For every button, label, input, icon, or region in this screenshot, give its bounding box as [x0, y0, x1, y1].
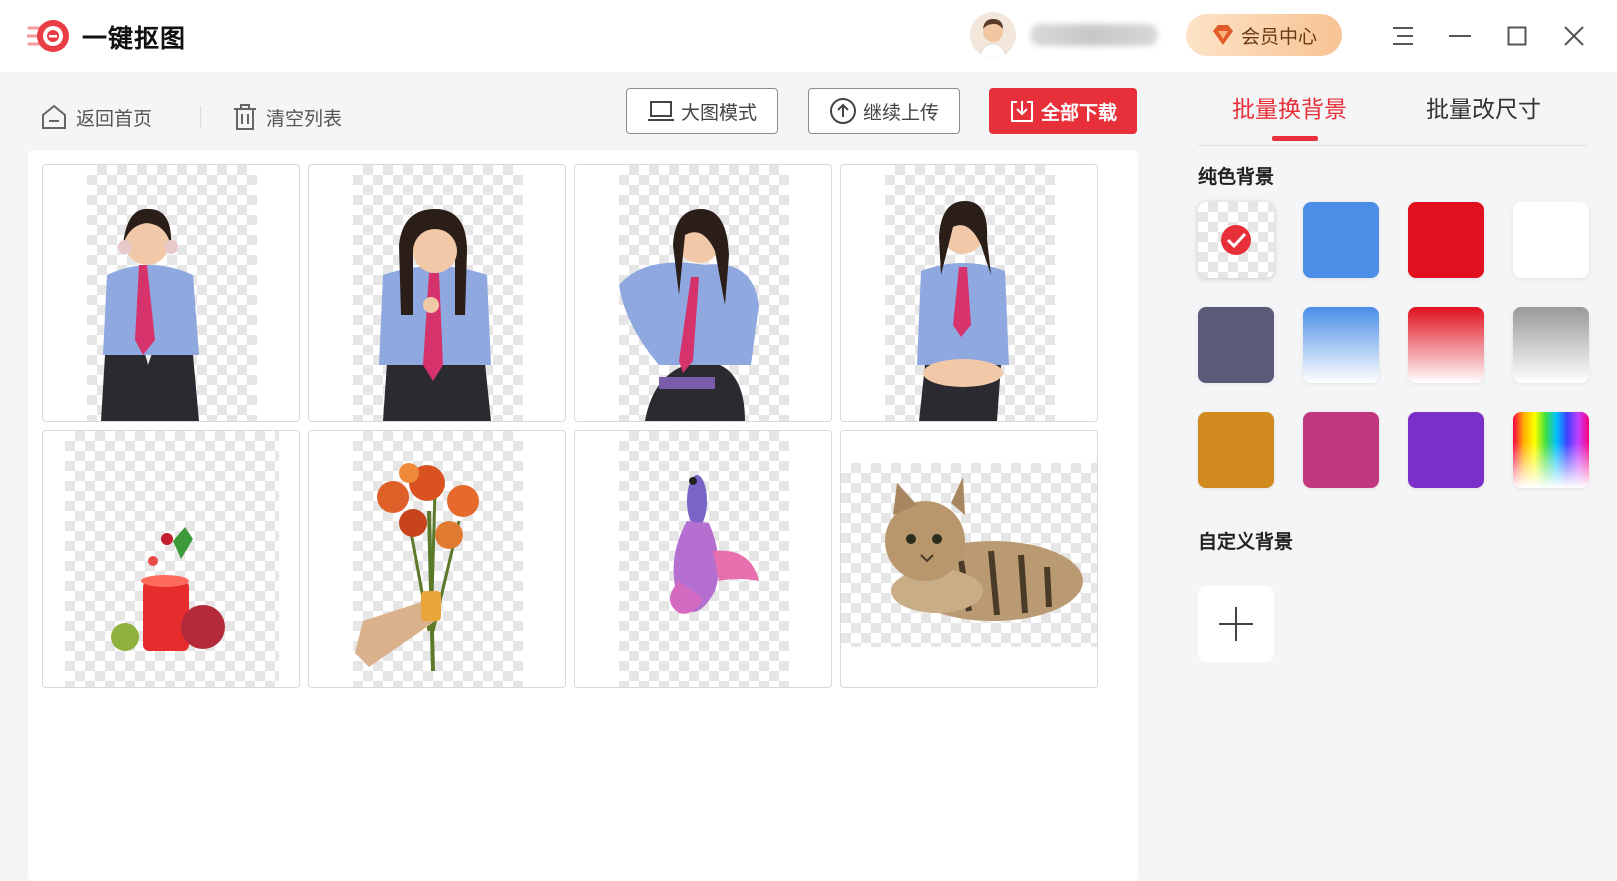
monitor-icon [647, 101, 674, 121]
download-icon [1010, 101, 1033, 122]
solid-background-title: 纯色背景 [1198, 166, 1275, 188]
swatch-magenta[interactable] [1303, 412, 1379, 488]
image-thumbnail[interactable] [574, 164, 832, 422]
add-custom-background-button[interactable] [1198, 586, 1274, 662]
swatch-white[interactable] [1513, 202, 1589, 278]
image-thumbnail[interactable] [840, 164, 1098, 422]
home-icon [42, 104, 66, 129]
large-image-mode-button[interactable]: 大图模式 [626, 88, 778, 134]
minimize-button[interactable] [1440, 16, 1480, 56]
custom-background-title: 自定义背景 [1198, 531, 1294, 553]
bouquet-cutout-image [355, 463, 479, 672]
close-icon [1564, 26, 1584, 46]
swatch-rainbow[interactable] [1513, 412, 1589, 488]
swatch-transparent[interactable] [1198, 202, 1274, 278]
avatar[interactable] [970, 12, 1016, 58]
girl-cutout-image [619, 209, 759, 421]
large-image-mode-label: 大图模式 [680, 101, 757, 124]
continue-upload-button[interactable]: 继续上传 [808, 88, 960, 134]
image-thumbnail[interactable] [42, 164, 300, 422]
toolbar-divider [200, 106, 201, 128]
upload-icon [829, 98, 856, 124]
girl-cutout-image [101, 208, 199, 421]
side-panel: 批量换背景 批量改尺寸 纯色背景 自定义背景 [1168, 72, 1617, 881]
minimize-icon [1449, 35, 1471, 37]
maximize-button[interactable] [1497, 16, 1537, 56]
trash-icon [234, 104, 256, 130]
swatch-blue-gradient[interactable] [1303, 307, 1379, 383]
checkmark-icon [1221, 225, 1251, 255]
swatch-red-gradient[interactable] [1408, 307, 1484, 383]
swatch-purple[interactable] [1408, 412, 1484, 488]
image-thumbnail[interactable] [308, 430, 566, 688]
back-home-button[interactable]: 返回首页 [40, 94, 152, 140]
tab-divider [1198, 145, 1587, 146]
active-tab-indicator [1272, 136, 1318, 141]
username-blurred [1030, 24, 1158, 46]
menu-button[interactable] [1383, 16, 1423, 56]
image-thumbnail[interactable] [574, 430, 832, 688]
girl-cutout-image [917, 201, 1009, 421]
close-button[interactable] [1554, 16, 1594, 56]
continue-upload-label: 继续上传 [862, 101, 939, 124]
vip-center-label: 会员中心 [1240, 25, 1317, 48]
back-home-label: 返回首页 [76, 107, 153, 130]
download-all-button[interactable]: 全部下载 [989, 88, 1137, 134]
vip-center-button[interactable]: 会员中心 [1186, 14, 1342, 56]
image-thumbnail[interactable] [42, 430, 300, 688]
swatch-gray-gradient[interactable] [1513, 307, 1589, 383]
cat-cutout-image [885, 477, 1083, 621]
clear-list-button[interactable]: 清空列表 [232, 94, 342, 140]
tab-batch-background[interactable]: 批量换背景 [1232, 90, 1347, 124]
app-logo-icon [27, 20, 69, 52]
swatch-slate[interactable] [1198, 307, 1274, 383]
download-all-label: 全部下载 [1040, 101, 1117, 124]
plus-icon [1219, 607, 1253, 641]
clear-list-label: 清空列表 [266, 107, 343, 130]
image-thumbnail[interactable] [840, 430, 1098, 688]
tab-batch-resize[interactable]: 批量改尺寸 [1426, 90, 1541, 124]
fish-cutout-image [670, 475, 759, 614]
image-thumbnail[interactable] [308, 164, 566, 422]
app-title: 一键抠图 [82, 24, 187, 53]
diamond-icon [1212, 25, 1233, 45]
title-bar: 一键抠图 会员中心 [0, 0, 1617, 72]
swatch-red[interactable] [1408, 202, 1484, 278]
hamburger-menu-icon [1393, 27, 1413, 45]
juice-cutout-image [111, 527, 225, 651]
image-grid [28, 150, 1138, 881]
maximize-icon [1507, 26, 1527, 46]
main-content: 返回首页 清空列表 大图模式 继续上传 全部下载 [0, 72, 1168, 881]
girl-cutout-image [379, 209, 491, 421]
swatch-amber[interactable] [1198, 412, 1274, 488]
swatch-blue[interactable] [1303, 202, 1379, 278]
